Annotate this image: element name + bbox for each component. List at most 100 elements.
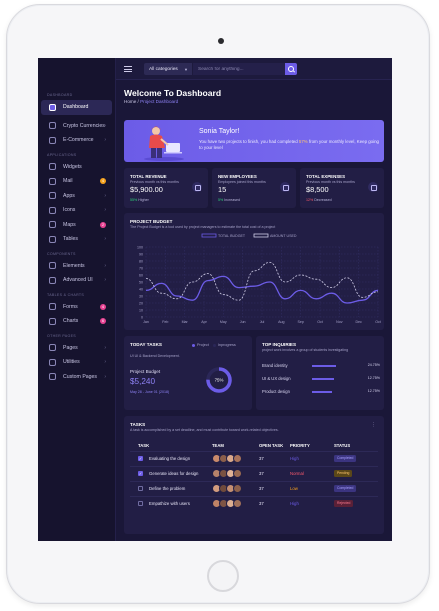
layers-icon bbox=[49, 262, 56, 270]
inquiry-percent: 24.75% bbox=[367, 363, 380, 367]
sidebar: DASHBOARD Dashboard Crypto Currencies › E… bbox=[38, 58, 116, 541]
mail-badge: 4 bbox=[100, 178, 106, 185]
sidebar-item-label: Apps bbox=[63, 192, 75, 199]
x-tick-label: Sep bbox=[297, 320, 303, 324]
form-icon bbox=[49, 303, 56, 311]
sidebar-item-mail[interactable]: Mail 4 bbox=[41, 174, 112, 189]
legend-dot bbox=[192, 343, 195, 347]
inquiry-bar bbox=[312, 365, 336, 367]
x-tick-label: Nov bbox=[336, 320, 343, 324]
more-options-icon[interactable]: ⋮ bbox=[371, 422, 376, 428]
chevron-right-icon: › bbox=[104, 262, 106, 269]
progress-donut: 75% bbox=[206, 367, 232, 393]
home-icon bbox=[49, 103, 56, 111]
hamburger-menu-icon[interactable] bbox=[124, 66, 132, 72]
legend-label: AMOUNT USED bbox=[270, 234, 297, 238]
inquiry-row: Brand identity 24.75% bbox=[262, 363, 380, 371]
chevron-right-icon: › bbox=[104, 359, 106, 366]
y-tick-label: 10 bbox=[139, 308, 143, 312]
column-header-priority: PRIORITY bbox=[290, 443, 310, 448]
category-select[interactable]: All categories ▼ bbox=[144, 63, 192, 75]
search-button[interactable] bbox=[285, 63, 297, 75]
sidebar-section-label: APPLICATIONS bbox=[47, 152, 77, 157]
welcome-text-a: You have two projects to finish, you had… bbox=[199, 139, 299, 144]
stat-change: 55% Higher bbox=[130, 198, 149, 202]
sidebar-item-tables[interactable]: Tables › bbox=[41, 232, 112, 247]
table-row[interactable]: ✓ Evaluating the design 37 High Complete… bbox=[130, 451, 378, 466]
legend-dot bbox=[212, 343, 216, 347]
legend-swatch bbox=[201, 233, 217, 238]
breadcrumb: Home / Project Dashboard bbox=[124, 99, 178, 104]
stat-value: $5,900.00 bbox=[130, 185, 163, 194]
sidebar-item-maps[interactable]: Maps 2 bbox=[41, 218, 112, 233]
inquiry-percent: 12.75% bbox=[367, 389, 380, 393]
home-button[interactable] bbox=[207, 560, 239, 592]
project-budget-value: $5,240 bbox=[130, 377, 156, 386]
top-bar: All categories ▼ bbox=[116, 58, 392, 80]
sidebar-item-advanced-ui[interactable]: Advanced UI › bbox=[41, 273, 112, 288]
avatar bbox=[233, 484, 242, 493]
sidebar-item-elements[interactable]: Elements › bbox=[41, 259, 112, 274]
sidebar-item-forms[interactable]: Forms 4 bbox=[41, 300, 112, 315]
search-input[interactable] bbox=[193, 63, 285, 75]
chevron-right-icon: › bbox=[104, 344, 106, 351]
stat-title: NEW EMPLOYEES bbox=[218, 174, 257, 179]
sidebar-item-utilities[interactable]: Utilities › bbox=[41, 355, 112, 370]
sidebar-item-pages[interactable]: Pages › bbox=[41, 341, 112, 356]
sidebar-item-label: Pages bbox=[63, 344, 78, 351]
camera-icon bbox=[218, 38, 224, 44]
breadcrumb-home[interactable]: Home bbox=[124, 99, 136, 104]
x-tick-label: May bbox=[220, 320, 227, 324]
sidebar-item-label: Tables bbox=[63, 236, 78, 243]
open-task-count: 37 bbox=[259, 486, 264, 491]
forms-badge: 4 bbox=[100, 303, 106, 310]
column-header-open-task: OPEN TASK bbox=[259, 443, 284, 448]
table-row[interactable]: Empathize with users 37 High Rejected bbox=[130, 496, 378, 511]
sidebar-item-custom-pages[interactable]: Custom Pages › bbox=[41, 370, 112, 385]
x-tick-label: Oct bbox=[375, 320, 381, 324]
stat-change: 12% Decreased bbox=[306, 198, 332, 202]
sidebar-item-apps[interactable]: Apps › bbox=[41, 189, 112, 204]
x-tick-label: Mar bbox=[182, 320, 189, 324]
sidebar-item-label: Widgets bbox=[63, 163, 82, 170]
inquiry-row: UI & UX design 12.75% bbox=[262, 376, 380, 384]
chevron-right-icon: › bbox=[104, 192, 106, 199]
today-tasks-card: TODAY TASKS Project Inprogress UI UI & Ba… bbox=[124, 336, 252, 410]
users-icon bbox=[280, 182, 290, 192]
inquiry-bar bbox=[312, 378, 334, 380]
task-checkbox[interactable] bbox=[138, 501, 143, 506]
sidebar-item-icons[interactable]: Icons › bbox=[41, 203, 112, 218]
sidebar-item-widgets[interactable]: Widgets bbox=[41, 160, 112, 175]
task-checkbox[interactable]: ✓ bbox=[138, 471, 143, 476]
x-tick-label: Dec bbox=[355, 320, 362, 324]
task-name: Empathize with users bbox=[149, 501, 190, 506]
charts-badge: 6 bbox=[100, 318, 106, 325]
sidebar-item-charts[interactable]: Charts 6 bbox=[41, 314, 112, 329]
y-tick-label: 50 bbox=[139, 280, 143, 284]
chevron-right-icon: › bbox=[104, 122, 106, 129]
sidebar-item-label: Forms bbox=[63, 303, 78, 310]
table-row[interactable]: Define the problem 37 Low Completed bbox=[130, 481, 378, 496]
sidebar-item-crypto[interactable]: Crypto Currencies › bbox=[41, 119, 112, 134]
sidebar-item-ecommerce[interactable]: E-Commerce › bbox=[41, 133, 112, 148]
category-select-value: All categories bbox=[149, 66, 178, 72]
stat-value: $8,500 bbox=[306, 185, 329, 194]
y-tick-label: 40 bbox=[139, 287, 143, 291]
open-task-count: 37 bbox=[259, 456, 264, 461]
stat-subtitle: Employees joined this months bbox=[218, 179, 266, 184]
dashboard-screen: DASHBOARD Dashboard Crypto Currencies › E… bbox=[38, 58, 392, 541]
y-tick-label: 0 bbox=[141, 315, 143, 319]
task-priority: Normal bbox=[290, 471, 304, 476]
sidebar-item-label: Mail bbox=[63, 178, 73, 185]
tool-icon bbox=[49, 358, 56, 366]
table-row[interactable]: ✓ Generate ideas for design 37 Normal Pe… bbox=[130, 466, 378, 481]
pages-icon bbox=[49, 344, 56, 352]
inquiry-label: Brand identity bbox=[262, 363, 288, 368]
column-header-task: TASK bbox=[138, 443, 150, 448]
sidebar-item-dashboard[interactable]: Dashboard bbox=[41, 100, 112, 115]
x-tick-label: Feb bbox=[162, 320, 168, 324]
task-checkbox[interactable]: ✓ bbox=[138, 456, 143, 461]
breadcrumb-separator: / bbox=[137, 99, 139, 104]
task-checkbox[interactable] bbox=[138, 486, 143, 491]
wallet-icon bbox=[192, 182, 202, 192]
